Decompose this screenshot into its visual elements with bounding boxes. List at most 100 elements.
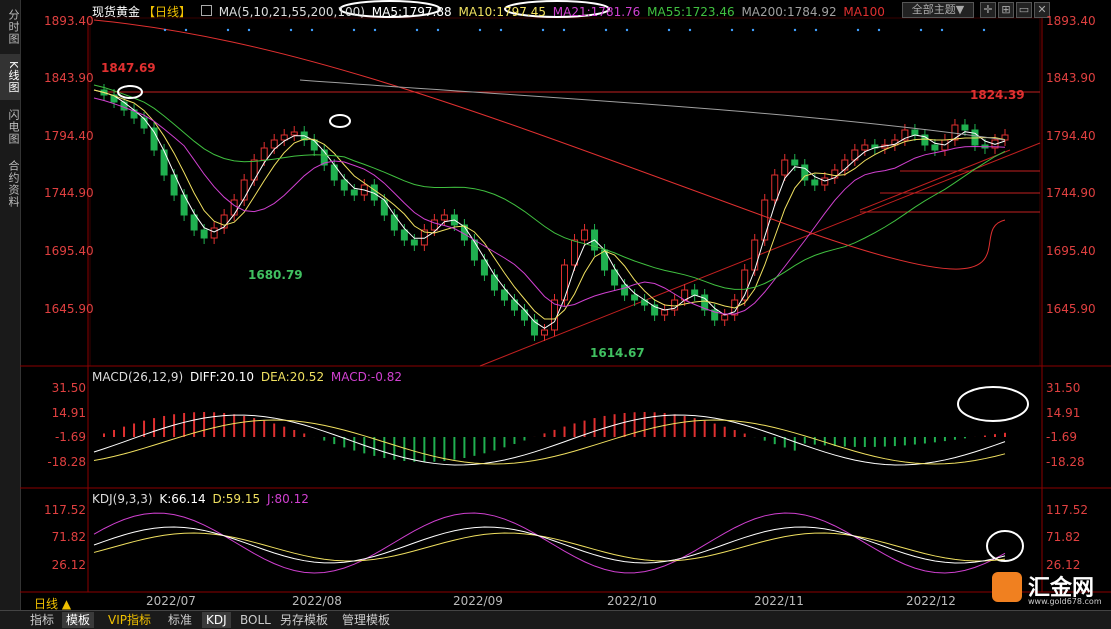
- candle-body: [440, 214, 448, 221]
- candle-body: [430, 219, 438, 231]
- ma5-line: [93, 89, 1006, 329]
- annotation-high-2: 1824.39: [970, 88, 1025, 102]
- price-tick-right: 1645.90: [1046, 302, 1096, 316]
- tab-manage-template[interactable]: 管理模板: [338, 612, 394, 628]
- candle-body: [581, 229, 589, 241]
- settings-icon[interactable]: ⊞: [998, 2, 1014, 18]
- macd-tick-right: -18.28: [1046, 455, 1085, 469]
- signal-dot: [184, 28, 188, 32]
- macd-label[interactable]: MACD(26,12,9): [92, 370, 183, 384]
- date-label: 2022/10: [607, 594, 657, 608]
- tab-boll[interactable]: BOLL: [236, 612, 275, 628]
- signal-dot: [982, 28, 986, 32]
- candle-body: [210, 227, 218, 239]
- tab-indicators[interactable]: 指标: [26, 612, 58, 628]
- signal-dot: [373, 28, 377, 32]
- signal-dot: [310, 28, 314, 32]
- candlestick-chart[interactable]: [0, 0, 1111, 610]
- candle-body: [641, 299, 649, 306]
- price-tick-right: 1695.40: [1046, 244, 1096, 258]
- ma21-value: MA21:1781.76: [552, 5, 641, 19]
- signal-dot: [793, 28, 797, 32]
- candle-body: [190, 214, 198, 231]
- candle-body: [120, 101, 128, 111]
- price-panel: [89, 17, 1041, 367]
- signal-dot: [814, 28, 818, 32]
- signal-dot: [730, 28, 734, 32]
- trend-line: [859, 149, 1011, 211]
- candle-body: [380, 199, 388, 216]
- kdj-d: D:59.15: [212, 492, 261, 506]
- candle-body: [761, 199, 769, 241]
- ma-settings-icon[interactable]: [200, 5, 212, 16]
- tab-standard[interactable]: 标准: [164, 612, 196, 628]
- header-legend: 现货黄金 【日线】 MA(5,10,21,55,200,100) MA5:1797…: [92, 3, 888, 20]
- macd-tick-right: 14.91: [1046, 406, 1081, 420]
- kdj-j-line: [93, 512, 1006, 574]
- candle-body: [931, 144, 939, 151]
- candle-body: [561, 264, 569, 301]
- kdj-tick-left: 71.82: [51, 530, 86, 544]
- price-tick-right: 1794.40: [1046, 129, 1096, 143]
- bottom-toolbar: 指标 模板 VIP指标 标准 KDJ BOLL 另存模板 管理模板: [0, 610, 1111, 629]
- gold678-logo: 汇金网 www.gold678.com: [992, 570, 1108, 608]
- candle-body: [350, 189, 358, 196]
- kdj-tick-left: 26.12: [51, 558, 86, 572]
- tab-kdj[interactable]: KDJ: [202, 612, 231, 628]
- kdj-tick-left: 117.52: [44, 503, 86, 517]
- candle-body: [240, 179, 248, 201]
- signal-dot: [688, 28, 692, 32]
- candle-body: [861, 144, 869, 151]
- ma-label[interactable]: MA(5,10,21,55,200,100): [219, 5, 365, 19]
- candle-body: [200, 229, 208, 239]
- theme-dropdown[interactable]: 全部主题▼: [902, 2, 974, 18]
- annotation-low-2: 1614.67: [590, 346, 645, 360]
- candle-body: [220, 214, 228, 229]
- signal-dot: [541, 28, 545, 32]
- candle-body: [791, 159, 799, 166]
- candle-body: [911, 129, 919, 136]
- signal-dot: [352, 28, 356, 32]
- highlight-circle: [957, 386, 1029, 422]
- macd-tick-right: -1.69: [1046, 430, 1078, 444]
- candle-body: [500, 289, 508, 301]
- signal-dot: [499, 28, 503, 32]
- price-tick-left: 1695.40: [44, 244, 94, 258]
- candle-body: [540, 329, 548, 336]
- kdj-label[interactable]: KDJ(9,3,3): [92, 492, 153, 506]
- crosshair-icon[interactable]: ✛: [980, 2, 996, 18]
- candle-body: [801, 164, 809, 181]
- kdj-tick-right: 117.52: [1046, 503, 1088, 517]
- signal-dot: [919, 28, 923, 32]
- logo-url: www.gold678.com: [1028, 597, 1102, 606]
- signal-dot: [856, 28, 860, 32]
- price-tick-left: 1645.90: [44, 302, 94, 316]
- price-tick-right: 1843.90: [1046, 71, 1096, 85]
- price-tick-left: 1893.40: [44, 14, 94, 28]
- tab-vip-indicators[interactable]: VIP指标: [104, 612, 155, 628]
- candle-body: [841, 159, 849, 171]
- price-tick-left: 1794.40: [44, 129, 94, 143]
- candle-body: [661, 309, 669, 316]
- ma21-line: [93, 97, 1006, 315]
- candle-body: [270, 139, 278, 149]
- window-icon[interactable]: ▭: [1016, 2, 1032, 18]
- ma100-line: [93, 19, 1006, 270]
- ma5-value: MA5:1797.88: [371, 5, 452, 19]
- signal-dot: [415, 28, 419, 32]
- candle-body: [260, 147, 268, 161]
- candle-body: [410, 239, 418, 246]
- price-tick-left: 1843.90: [44, 71, 94, 85]
- macd-value: MACD:-0.82: [330, 370, 402, 384]
- candle-body: [571, 239, 579, 266]
- tab-template[interactable]: 模板: [62, 612, 95, 628]
- candle-body: [621, 284, 629, 296]
- highlight-circle: [986, 530, 1024, 562]
- candle-body: [721, 314, 729, 321]
- tab-save-template[interactable]: 另存模板: [276, 612, 332, 628]
- signal-dot: [751, 28, 755, 32]
- ma10-value: MA10:1797.45: [458, 5, 546, 19]
- macd-legend: MACD(26,12,9) DIFF:20.10 DEA:20.52 MACD:…: [92, 370, 405, 384]
- signal-dot: [289, 28, 293, 32]
- kdj-legend: KDJ(9,3,3) K:66.14 D:59.15 J:80.12: [92, 492, 312, 506]
